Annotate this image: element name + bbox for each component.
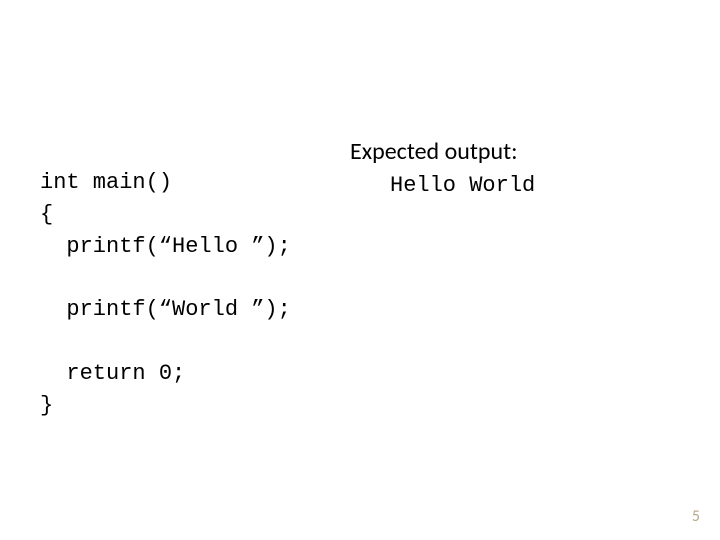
code-line-3: printf(“Hello ”); bbox=[40, 234, 291, 259]
code-line-8: } bbox=[40, 393, 53, 418]
code-line-5: printf(“World ”); bbox=[40, 297, 291, 322]
code-block: int main() { printf(“Hello ”); printf(“W… bbox=[40, 135, 360, 454]
expected-heading: Expected output: bbox=[350, 135, 690, 170]
code-line-7: return 0; bbox=[40, 361, 185, 386]
code-line-1: int main() bbox=[40, 170, 172, 195]
code-line-2: { bbox=[40, 202, 53, 227]
expected-output: Hello World bbox=[350, 170, 690, 202]
page-number: 5 bbox=[692, 507, 700, 526]
slide: int main() { printf(“Hello ”); printf(“W… bbox=[0, 0, 720, 540]
expected-block: Expected output: Hello World bbox=[350, 135, 690, 202]
